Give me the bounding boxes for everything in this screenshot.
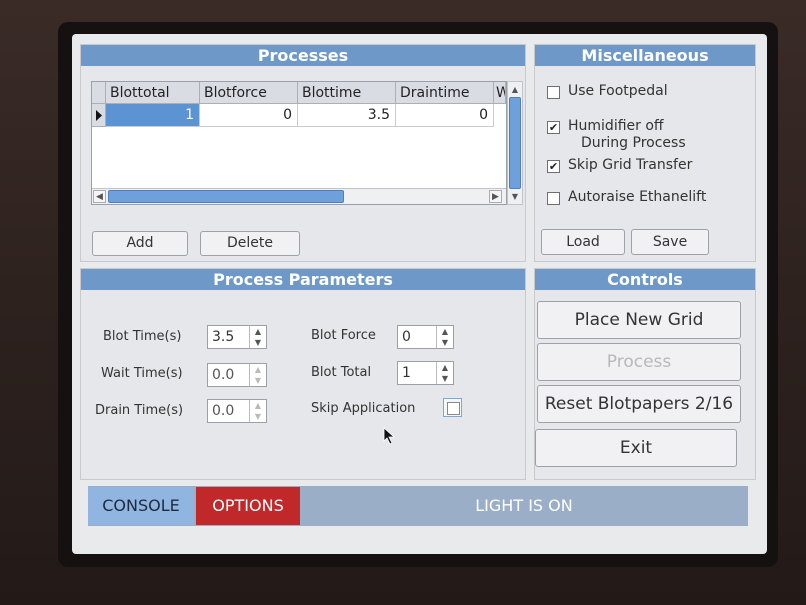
add-button[interactable]: Add bbox=[92, 231, 188, 256]
stepper-up-icon[interactable]: ▲ bbox=[437, 362, 453, 373]
blot-time-stepper[interactable]: 3.5 ▲ ▼ bbox=[207, 325, 267, 349]
blot-time-label: Blot Time(s) bbox=[103, 329, 182, 344]
stepper-up-icon[interactable]: ▲ bbox=[250, 326, 266, 337]
column-header-blotforce[interactable]: Blotforce bbox=[200, 82, 298, 104]
scroll-left-icon[interactable]: ◀ bbox=[93, 190, 106, 203]
horizontal-scrollbar[interactable]: ◀ ▶ bbox=[92, 188, 506, 204]
stepper-down-icon[interactable]: ▼ bbox=[437, 373, 453, 384]
controls-header: Controls bbox=[535, 269, 755, 290]
humidifier-off-label: Humidifier off bbox=[568, 118, 664, 134]
table-row[interactable]: 1 0 3.5 0 bbox=[92, 104, 506, 127]
exit-button[interactable]: Exit bbox=[535, 429, 737, 467]
wait-time-label: Wait Time(s) bbox=[101, 366, 183, 381]
cell-blottime[interactable]: 3.5 bbox=[298, 104, 396, 127]
blot-time-value: 3.5 bbox=[212, 329, 235, 345]
app-screen: Processes Blottotal Blotforce Blottime D… bbox=[72, 34, 767, 554]
options-tab[interactable]: OPTIONS bbox=[196, 487, 300, 525]
stepper-up-icon[interactable]: ▲ bbox=[250, 364, 266, 375]
use-footpedal-checkbox[interactable] bbox=[547, 86, 560, 99]
blot-force-label: Blot Force bbox=[311, 328, 376, 343]
mouse-pointer-icon bbox=[383, 427, 396, 445]
controls-panel: Controls Place New Grid Process Reset Bl… bbox=[534, 268, 756, 480]
blot-total-stepper[interactable]: 1 ▲ ▼ bbox=[397, 361, 454, 385]
process-parameters-header: Process Parameters bbox=[81, 269, 525, 290]
miscellaneous-panel: Miscellaneous Use Footpedal ✔ Humidifier… bbox=[534, 44, 756, 262]
stepper-up-icon[interactable]: ▲ bbox=[437, 326, 453, 337]
cell-blotforce[interactable]: 0 bbox=[200, 104, 298, 127]
humidifier-off-label-line2: During Process bbox=[581, 135, 686, 151]
process-parameters-panel: Process Parameters Blot Time(s) 3.5 ▲ ▼ W… bbox=[80, 268, 526, 480]
blot-total-label: Blot Total bbox=[311, 365, 372, 380]
cell-draintime[interactable]: 0 bbox=[396, 104, 494, 127]
column-header-w[interactable]: W bbox=[494, 82, 506, 104]
stepper-down-icon[interactable]: ▼ bbox=[250, 337, 266, 348]
processes-panel: Processes Blottotal Blotforce Blottime D… bbox=[80, 44, 526, 262]
light-status: LIGHT IS ON bbox=[475, 496, 573, 515]
scroll-up-icon[interactable]: ▲ bbox=[509, 83, 521, 96]
cell-blottotal[interactable]: 1 bbox=[106, 104, 200, 127]
column-header-draintime[interactable]: Draintime bbox=[396, 82, 494, 104]
skip-application-label: Skip Application bbox=[311, 401, 416, 416]
processes-header: Processes bbox=[81, 45, 525, 66]
drain-time-label: Drain Time(s) bbox=[95, 403, 184, 418]
place-new-grid-button[interactable]: Place New Grid bbox=[537, 301, 741, 339]
column-header-blottime[interactable]: Blottime bbox=[298, 82, 396, 104]
processes-table[interactable]: Blottotal Blotforce Blottime Draintime W… bbox=[91, 81, 507, 205]
drain-time-stepper[interactable]: 0.0 ▲ ▼ bbox=[207, 399, 267, 423]
reset-blotpapers-button[interactable]: Reset Blotpapers 2/16 bbox=[537, 385, 741, 423]
autoraise-ethanelift-checkbox[interactable] bbox=[547, 192, 560, 205]
process-button[interactable]: Process bbox=[537, 343, 741, 381]
stepper-up-icon[interactable]: ▲ bbox=[250, 400, 266, 411]
skip-grid-transfer-label: Skip Grid Transfer bbox=[568, 157, 693, 173]
humidifier-off-checkbox[interactable]: ✔ bbox=[547, 121, 560, 134]
row-indicator-icon bbox=[92, 104, 106, 127]
scroll-down-icon[interactable]: ▼ bbox=[509, 190, 521, 203]
vertical-scrollbar[interactable]: ▲ ▼ bbox=[507, 81, 523, 205]
save-button[interactable]: Save bbox=[631, 229, 709, 255]
column-header-blottotal[interactable]: Blottotal bbox=[106, 82, 200, 104]
load-button[interactable]: Load bbox=[541, 229, 625, 255]
wait-time-stepper[interactable]: 0.0 ▲ ▼ bbox=[207, 363, 267, 387]
drain-time-value: 0.0 bbox=[212, 403, 235, 419]
blot-force-value: 0 bbox=[402, 329, 411, 345]
delete-button[interactable]: Delete bbox=[200, 231, 300, 256]
horizontal-scroll-thumb[interactable] bbox=[108, 190, 344, 203]
autoraise-ethanelift-label: Autoraise Ethanelift bbox=[568, 189, 707, 205]
console-tab[interactable]: CONSOLE bbox=[88, 487, 194, 525]
wait-time-value: 0.0 bbox=[212, 367, 235, 383]
skip-application-checkbox[interactable] bbox=[443, 398, 462, 417]
miscellaneous-header: Miscellaneous bbox=[535, 45, 755, 66]
blot-total-value: 1 bbox=[402, 365, 411, 381]
stepper-down-icon[interactable]: ▼ bbox=[250, 375, 266, 386]
skip-grid-transfer-checkbox[interactable]: ✔ bbox=[547, 160, 560, 173]
vertical-scroll-thumb[interactable] bbox=[509, 97, 521, 189]
table-corner bbox=[92, 82, 106, 104]
blot-force-stepper[interactable]: 0 ▲ ▼ bbox=[397, 325, 454, 349]
scroll-right-icon[interactable]: ▶ bbox=[489, 190, 502, 203]
stepper-down-icon[interactable]: ▼ bbox=[250, 411, 266, 422]
stepper-down-icon[interactable]: ▼ bbox=[437, 337, 453, 348]
use-footpedal-label: Use Footpedal bbox=[568, 83, 668, 99]
